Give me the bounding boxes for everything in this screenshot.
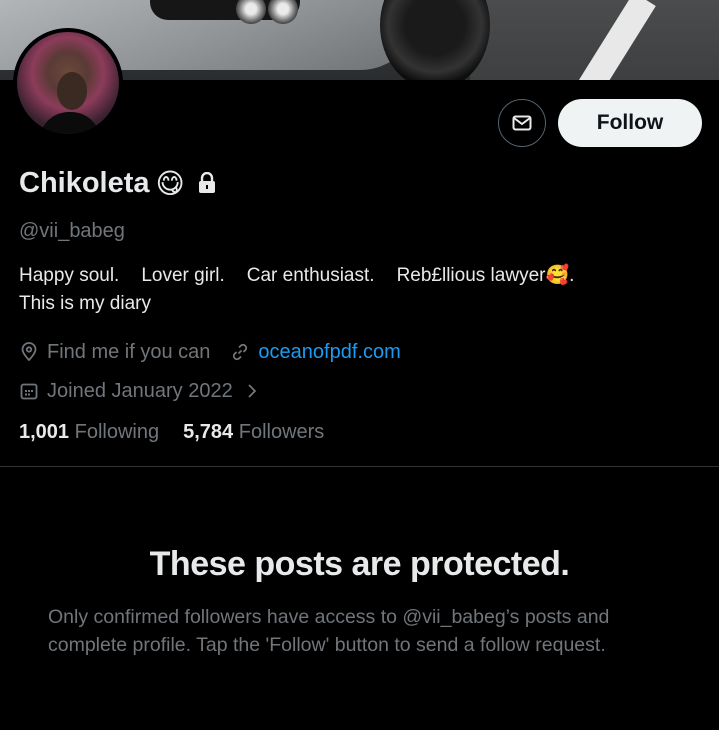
- section-divider: [0, 466, 719, 467]
- profile-location: Find me if you can: [47, 340, 211, 363]
- avatar-shirt: [39, 112, 101, 134]
- following-label: Following: [74, 421, 160, 443]
- bio-segment: Car enthusiast.: [246, 265, 375, 286]
- lock-icon: [197, 172, 217, 194]
- display-name: Chikoleta: [19, 166, 150, 199]
- chevron-right-icon: [245, 382, 259, 400]
- location-pin-icon: [19, 342, 39, 362]
- profile-joined-row[interactable]: Joined January 2022: [19, 377, 259, 405]
- profile-bio: Happy soul. Lover girl. Car enthusiast. Reb…: [19, 262, 709, 318]
- message-button[interactable]: [498, 99, 546, 147]
- envelope-icon: [510, 111, 534, 135]
- display-name-row: Chikoleta 😋: [19, 163, 217, 203]
- followers-stat[interactable]: 5,784 Followers: [183, 421, 324, 444]
- followers-count: 5,784: [183, 421, 234, 443]
- calendar-icon: [19, 381, 39, 401]
- bio-segment: Reb£llious lawyer🥰.: [396, 265, 575, 286]
- avatar[interactable]: [13, 28, 123, 138]
- link-icon: [230, 342, 250, 362]
- protected-posts-description: Only confirmed followers have access to …: [48, 606, 610, 656]
- profile-meta-row: Find me if you can oceanofpdf.com: [19, 338, 401, 366]
- bio-line-2: This is my diary: [19, 293, 151, 314]
- following-stat[interactable]: 1,001 Following: [19, 421, 159, 444]
- followers-label: Followers: [238, 421, 325, 443]
- profile-website-link[interactable]: oceanofpdf.com: [258, 341, 400, 364]
- bio-segment: Lover girl.: [141, 265, 225, 286]
- protected-posts-title: These posts are protected.: [149, 545, 570, 583]
- follow-stats: 1,001 Following 5,784 Followers: [19, 421, 324, 444]
- name-emoji: 😋: [155, 167, 185, 199]
- username-handle: @vii_babeg: [19, 220, 125, 242]
- bio-segment: Happy soul.: [19, 265, 120, 286]
- avatar-face: [57, 72, 87, 110]
- profile-joined-date: Joined January 2022: [47, 379, 233, 402]
- follow-button[interactable]: Follow: [558, 99, 702, 147]
- following-count: 1,001: [19, 421, 70, 443]
- banner-car-wheel: [380, 0, 490, 80]
